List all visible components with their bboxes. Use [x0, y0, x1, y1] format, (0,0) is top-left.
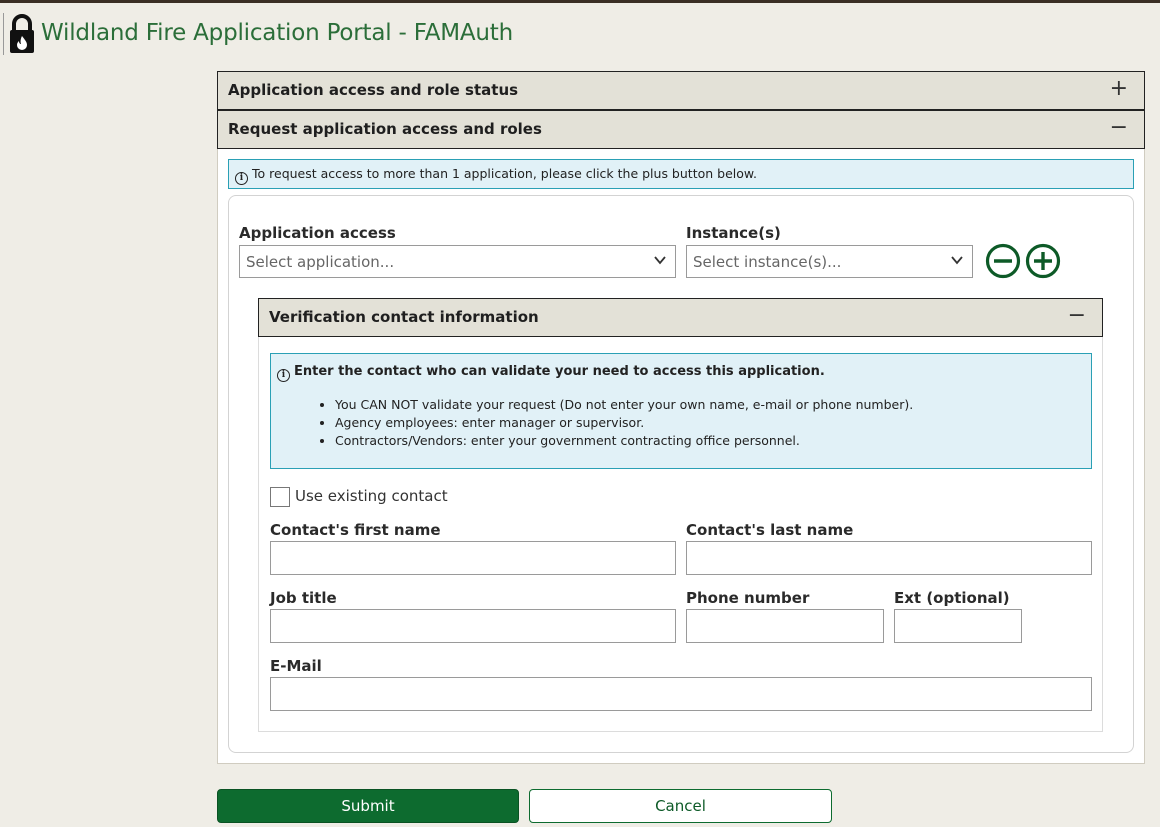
email-field[interactable] — [270, 677, 1092, 711]
notice-text: To request access to more than 1 applica… — [252, 166, 757, 181]
application-select-value: Select application... — [246, 253, 395, 271]
submit-button[interactable]: Submit — [217, 789, 519, 823]
chevron-down-icon — [654, 256, 666, 265]
collapse-icon[interactable]: − — [1110, 115, 1128, 141]
phone-label: Phone number — [686, 589, 810, 607]
first-name-field[interactable] — [270, 541, 676, 575]
use-existing-contact-checkbox[interactable] — [270, 487, 290, 507]
use-existing-contact-label[interactable]: Use existing contact — [295, 487, 448, 505]
job-title-label: Job title — [270, 589, 337, 607]
application-select[interactable]: Select application... — [239, 245, 676, 278]
verification-rules-list: You CAN NOT validate your request (Do no… — [315, 396, 913, 450]
instance-select[interactable]: Select instance(s)... — [686, 245, 973, 278]
info-notice: i To request access to more than 1 applic… — [228, 159, 1134, 189]
lock-flame-icon — [10, 14, 34, 53]
last-name-label: Contact's last name — [686, 521, 854, 539]
accordion-access-status[interactable]: Application access and role status + — [217, 71, 1145, 110]
list-item: Agency employees: enter manager or super… — [335, 414, 913, 432]
expand-icon[interactable]: + — [1110, 76, 1128, 102]
verification-info-box: i Enter the contact who can validate your… — [270, 353, 1092, 469]
instances-label: Instance(s) — [686, 224, 781, 242]
plus-circle-icon[interactable] — [1025, 243, 1061, 279]
verification-info-heading: Enter the contact who can validate your … — [294, 364, 825, 379]
verification-accordion[interactable]: Verification contact information − — [258, 298, 1103, 337]
header-divider — [3, 13, 4, 55]
collapse-icon[interactable]: − — [1068, 303, 1086, 329]
list-item: You CAN NOT validate your request (Do no… — [335, 396, 913, 414]
info-icon: i — [235, 172, 248, 185]
ext-label: Ext (optional) — [894, 589, 1010, 607]
accordion-request-access[interactable]: Request application access and roles − — [217, 110, 1145, 149]
verification-title: Verification contact information — [269, 308, 539, 326]
cancel-button[interactable]: Cancel — [529, 789, 832, 823]
first-name-label: Contact's first name — [270, 521, 441, 539]
app-title: Wildland Fire Application Portal - FAMAu… — [41, 20, 513, 46]
minus-circle-icon[interactable] — [985, 243, 1021, 279]
info-icon: i — [277, 369, 290, 382]
chevron-down-icon — [951, 256, 963, 265]
instance-select-value: Select instance(s)... — [693, 253, 842, 271]
job-title-field[interactable] — [270, 609, 676, 643]
phone-field[interactable] — [686, 609, 884, 643]
ext-field[interactable] — [894, 609, 1022, 643]
accordion-label: Application access and role status — [228, 81, 519, 99]
accordion-label: Request application access and roles — [228, 120, 542, 138]
application-access-label: Application access — [239, 224, 396, 242]
list-item: Contractors/Vendors: enter your governme… — [335, 432, 913, 450]
last-name-field[interactable] — [686, 541, 1092, 575]
email-label: E-Mail — [270, 657, 322, 675]
